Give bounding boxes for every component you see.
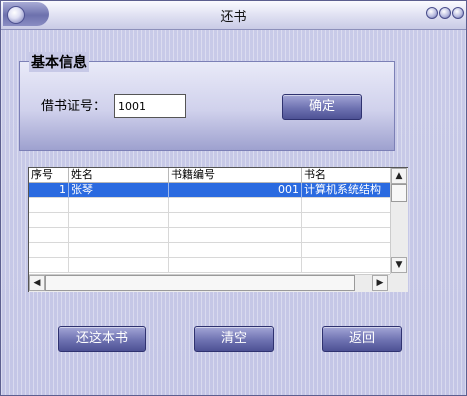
cell-name: 张琴 — [69, 183, 169, 198]
close-button[interactable] — [452, 7, 464, 19]
minimize-button[interactable] — [426, 7, 438, 19]
table-grid: 序号 姓名 书籍编号 书名 1 张琴 001 计算机系统结构 — [29, 168, 390, 274]
borrow-records-table: 序号 姓名 书籍编号 书名 1 张琴 001 计算机系统结构 ▲ ▼ ◀ ▶ — [28, 167, 408, 292]
horizontal-scroll-thumb[interactable] — [45, 275, 355, 291]
column-header-seq[interactable]: 序号 — [29, 168, 69, 183]
vertical-scrollbar[interactable]: ▲ ▼ — [390, 168, 408, 274]
card-number-input[interactable] — [114, 94, 186, 118]
scroll-up-arrow-icon[interactable]: ▲ — [391, 168, 407, 184]
cell-book-id: 001 — [169, 183, 302, 198]
return-book-window: 还书 基本信息 借书证号： 确定 序号 姓名 书籍编号 书名 1 张琴 001 … — [0, 0, 467, 396]
return-book-button[interactable]: 还这本书 — [58, 326, 146, 352]
clear-button[interactable]: 清空 — [194, 326, 274, 352]
column-header-book-title[interactable]: 书名 — [302, 168, 390, 183]
scroll-right-arrow-icon[interactable]: ▶ — [372, 275, 388, 291]
empty-row — [29, 258, 390, 273]
vertical-scroll-thumb[interactable] — [391, 184, 407, 202]
cell-book-title: 计算机系统结构 — [304, 183, 381, 196]
scroll-down-arrow-icon[interactable]: ▼ — [391, 257, 407, 273]
scrollbar-corner — [390, 274, 408, 292]
table-row[interactable]: 1 张琴 001 计算机系统结构 — [29, 183, 390, 198]
title-bar: 还书 — [1, 1, 466, 30]
card-number-label: 借书证号： — [41, 99, 107, 114]
cell-seq: 1 — [29, 183, 69, 198]
horizontal-scrollbar[interactable]: ◀ ▶ — [29, 274, 390, 292]
window-title: 还书 — [220, 10, 247, 25]
empty-row — [29, 198, 390, 213]
basic-info-title: 基本信息 — [29, 52, 89, 72]
table-header-row: 序号 姓名 书籍编号 书名 — [29, 168, 390, 183]
confirm-button[interactable]: 确定 — [282, 94, 362, 120]
empty-row — [29, 213, 390, 228]
empty-row — [29, 243, 390, 258]
column-header-name[interactable]: 姓名 — [69, 168, 169, 183]
scroll-left-arrow-icon[interactable]: ◀ — [29, 275, 45, 291]
column-header-book-id[interactable]: 书籍编号 — [169, 168, 302, 183]
maximize-button[interactable] — [439, 7, 451, 19]
empty-row — [29, 228, 390, 243]
back-button[interactable]: 返回 — [322, 326, 402, 352]
